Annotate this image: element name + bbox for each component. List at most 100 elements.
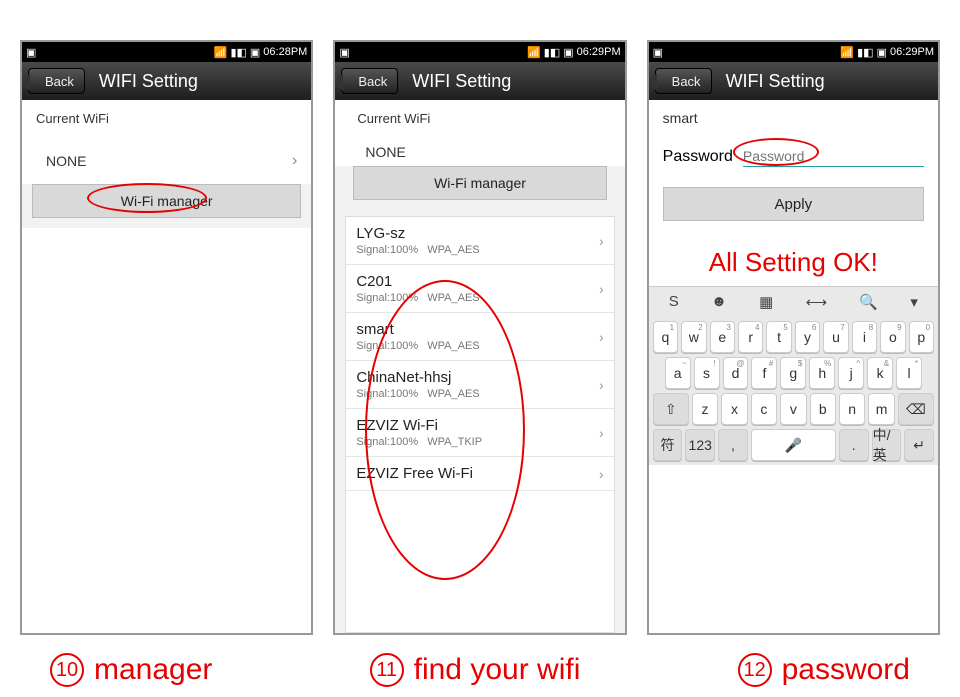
wifi-name: C201 <box>356 273 603 290</box>
wifi-list-item[interactable]: C201 Signal:100% WPA_AES› <box>346 265 613 313</box>
status-bar: ▣ 📶 ▮◧ ▣ 06:29PM <box>649 42 938 62</box>
chevron-right-icon: › <box>599 466 604 482</box>
kb-down-icon[interactable]: ▾ <box>910 293 918 311</box>
wifi-name: ChinaNet-hhsj <box>356 369 603 386</box>
key-u[interactable]: u <box>823 321 848 353</box>
clock-text: 06:29PM <box>890 46 934 58</box>
key-z[interactable]: z <box>692 393 718 425</box>
wifi-list-item[interactable]: LYG-sz Signal:100% WPA_AES› <box>346 217 613 265</box>
step-number: 10 <box>50 653 84 687</box>
wifi-meta: Signal:100% WPA_AES <box>356 292 603 304</box>
signal-icon: ▮◧ <box>544 46 560 59</box>
signal-icon: ▮◧ <box>857 46 873 59</box>
page-title: WIFI Setting <box>726 71 825 92</box>
wifi-manager-button[interactable]: Wi-Fi manager <box>32 184 301 218</box>
key-m[interactable]: m <box>868 393 894 425</box>
ssid-row: smart <box>649 100 938 136</box>
all-setting-ok-text: All Setting OK! <box>649 231 938 286</box>
apply-button[interactable]: Apply <box>663 187 924 221</box>
key-t[interactable]: t <box>766 321 791 353</box>
key-🎤[interactable]: 🎤 <box>751 429 836 461</box>
wifi-list-item[interactable]: EZVIZ Wi-FiSignal:100% WPA_TKIP› <box>346 409 613 457</box>
wifi-name: EZVIZ Free Wi-Fi <box>356 465 603 482</box>
chevron-right-icon: › <box>599 233 604 249</box>
kb-emoji-icon[interactable]: ☻ <box>711 293 727 311</box>
kb-s-icon[interactable]: Ѕ <box>669 293 679 311</box>
wifi-icon: 📶 <box>214 46 228 59</box>
key-y[interactable]: y <box>795 321 820 353</box>
wifi-manager-button[interactable]: Wi-Fi manager <box>353 166 606 200</box>
key-q[interactable]: q <box>653 321 678 353</box>
key-e[interactable]: e <box>710 321 735 353</box>
page-title: WIFI Setting <box>412 71 511 92</box>
key-x[interactable]: x <box>721 393 747 425</box>
kb-search-icon[interactable]: 🔍 <box>859 293 878 311</box>
password-input[interactable] <box>743 146 924 167</box>
wifi-icon: 📶 <box>840 46 854 59</box>
wifi-name: LYG-sz <box>356 225 603 242</box>
key-a[interactable]: a <box>665 357 691 389</box>
step-number: 11 <box>370 653 404 687</box>
key-w[interactable]: w <box>681 321 706 353</box>
key-d[interactable]: d <box>723 357 749 389</box>
back-button[interactable]: Back <box>28 68 85 94</box>
signal-icon: ▮◧ <box>230 46 246 59</box>
key-⇧[interactable]: ⇧ <box>653 393 689 425</box>
title-bar: Back WIFI Setting <box>335 62 624 100</box>
key-f[interactable]: f <box>751 357 777 389</box>
key-n[interactable]: n <box>839 393 865 425</box>
screenshot-panel-1: ▣ 📶 ▮◧ ▣ 06:28PM Back WIFI Setting Curre… <box>20 40 313 635</box>
password-label: Password <box>663 148 733 166</box>
key-j[interactable]: j <box>838 357 864 389</box>
status-bar: ▣ 📶 ▮◧ ▣ 06:29PM <box>335 42 624 62</box>
back-button[interactable]: Back <box>341 68 398 94</box>
keyboard: Ѕ ☻ ▦ ⟷ 🔍 ▾ qwertyuiop asdfghjkl ⇧zxcvbn… <box>649 286 938 465</box>
kb-grid-icon[interactable]: ▦ <box>759 293 773 311</box>
key-p[interactable]: p <box>909 321 934 353</box>
caption-1: 10 manager <box>50 653 212 687</box>
key-中/英[interactable]: 中/英 <box>872 429 902 461</box>
key-o[interactable]: o <box>880 321 905 353</box>
current-wifi-row[interactable]: NONE <box>335 138 624 166</box>
caption-text: manager <box>94 653 212 687</box>
step-number: 12 <box>738 653 772 687</box>
wifi-name: smart <box>356 321 603 338</box>
key-k[interactable]: k <box>867 357 893 389</box>
key-,[interactable]: , <box>718 429 748 461</box>
key-l[interactable]: l <box>896 357 922 389</box>
captions-row: 10 manager 11 find your wifi 12 password <box>20 635 940 687</box>
wifi-list-item[interactable]: smartSignal:100% WPA_AES› <box>346 313 613 361</box>
wifi-name: EZVIZ Wi-Fi <box>356 417 603 434</box>
notification-icon: ▣ <box>653 46 663 59</box>
page-title: WIFI Setting <box>99 71 198 92</box>
key-h[interactable]: h <box>809 357 835 389</box>
clock-text: 06:29PM <box>577 46 621 58</box>
key-123[interactable]: 123 <box>685 429 715 461</box>
wifi-list-item[interactable]: ChinaNet-hhsjSignal:100% WPA_AES› <box>346 361 613 409</box>
chevron-right-icon: › <box>599 281 604 297</box>
key-i[interactable]: i <box>852 321 877 353</box>
key-v[interactable]: v <box>780 393 806 425</box>
key-符[interactable]: 符 <box>653 429 683 461</box>
back-button[interactable]: Back <box>655 68 712 94</box>
notification-icon: ▣ <box>339 46 349 59</box>
key-s[interactable]: s <box>694 357 720 389</box>
key-c[interactable]: c <box>751 393 777 425</box>
password-row: Password <box>649 136 938 177</box>
wifi-list-item[interactable]: EZVIZ Free Wi-Fi› <box>346 457 613 491</box>
key-r[interactable]: r <box>738 321 763 353</box>
key-⌫[interactable]: ⌫ <box>898 393 934 425</box>
key-↵[interactable]: ↵ <box>904 429 934 461</box>
kb-cursor-icon[interactable]: ⟷ <box>806 293 828 311</box>
keyboard-toolbar: Ѕ ☻ ▦ ⟷ 🔍 ▾ <box>653 291 934 317</box>
current-wifi-label: Current WiFi <box>357 111 430 126</box>
current-wifi-row[interactable]: NONE › <box>22 138 311 184</box>
key-g[interactable]: g <box>780 357 806 389</box>
current-wifi-label: Current WiFi <box>36 111 109 126</box>
chevron-right-icon: › <box>599 329 604 345</box>
key-b[interactable]: b <box>810 393 836 425</box>
wifi-meta: Signal:100% WPA_AES <box>356 244 603 256</box>
caption-text: find your wifi <box>414 653 581 687</box>
key-.[interactable]: . <box>839 429 869 461</box>
current-wifi-value: NONE <box>365 144 405 160</box>
